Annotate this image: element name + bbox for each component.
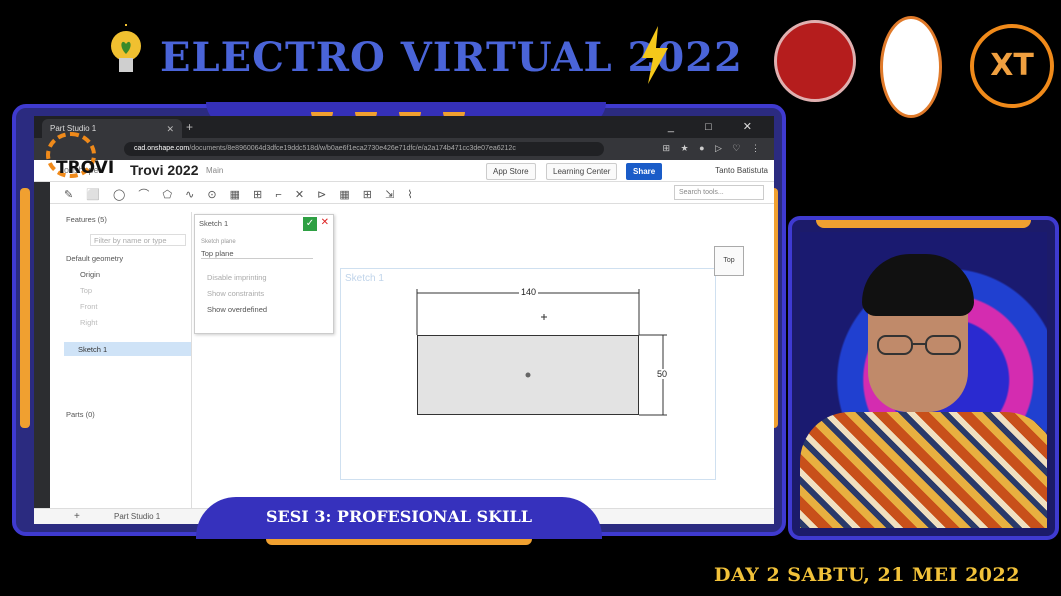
add-tab-icon[interactable]: + <box>74 511 80 522</box>
sketch-tools[interactable]: ✎ ⬜ ◯ ⌒ ⬠ ∿ ⊙ ▦ ⊞ ⌐ ✕ ⊳ ▦ ⊞ ⇲ ⌇ <box>64 186 418 202</box>
sketch-canvas[interactable]: Sketch 1 140 50 <box>340 268 716 480</box>
frame-left-accent <box>20 188 30 428</box>
default-geometry[interactable]: Default geometry <box>66 254 123 263</box>
day-date-label: DAY 2 SABTU, 21 MEI 2022 <box>714 564 1020 586</box>
shared-screen: Part Studio 1 ✕ + _ □ ✕ cad.onshape.com/… <box>34 116 774 524</box>
feature-list-panel: Features (5) Filter by name or type Defa… <box>62 212 192 522</box>
branch-label: Main <box>206 166 224 175</box>
width-dimension[interactable]: 140 <box>519 287 539 297</box>
address-bar-row: cad.onshape.com/documents/8e8960064d3dfc… <box>34 138 774 160</box>
speaker-hair <box>862 254 974 316</box>
lightbulb-icon <box>111 24 141 72</box>
learning-center-button[interactable]: Learning Center <box>546 163 618 180</box>
onshape-appbar: onshape Trovi 2022 Main App Store Learni… <box>34 160 774 182</box>
xt-logo: XT <box>970 24 1054 108</box>
sketch-plane-field[interactable]: Top plane <box>201 249 313 259</box>
feature-origin[interactable]: Origin <box>80 270 100 279</box>
glasses <box>877 335 961 355</box>
url-host: cad.onshape.com <box>134 145 190 152</box>
height-dimension[interactable]: 50 <box>655 369 670 379</box>
option-show-overdefined[interactable]: Show overdefined <box>207 305 267 314</box>
feature-right[interactable]: Right <box>80 318 98 327</box>
option-show-constraints[interactable]: Show constraints <box>207 289 264 298</box>
feature-top[interactable]: Top <box>80 286 92 295</box>
part-studio-tab[interactable]: Part Studio 1 <box>114 512 160 521</box>
feature-sketch1-selected[interactable]: Sketch 1 <box>64 342 191 356</box>
confirm-check-icon[interactable]: ✓ <box>303 217 317 231</box>
extension-icons[interactable]: ⊞ ★ ● ▷ ♡ ⋮ <box>662 143 764 154</box>
speaker-shirt <box>800 412 1047 528</box>
electro-logo <box>880 16 942 118</box>
document-title[interactable]: Trovi 2022 <box>130 162 199 178</box>
app-store-button[interactable]: App Store <box>486 163 536 180</box>
cancel-x-icon[interactable]: ✕ <box>321 217 329 228</box>
option-disable-imprinting[interactable]: Disable imprinting <box>207 273 267 282</box>
window-controls[interactable]: _ □ ✕ <box>668 120 766 133</box>
url-path: /documents/8e8960064d3dfce19ddc518d/w/b0… <box>189 145 516 152</box>
share-button[interactable]: Share <box>626 163 663 180</box>
left-rail <box>34 182 50 524</box>
trovi-logo: TROVI <box>56 158 115 178</box>
filter-input[interactable]: Filter by name or type <box>90 234 186 246</box>
university-logo <box>774 20 856 102</box>
new-tab-icon[interactable]: + <box>186 120 193 134</box>
url-field[interactable]: cad.onshape.com/documents/8e8960064d3dfc… <box>124 142 604 156</box>
feature-front[interactable]: Front <box>80 302 98 311</box>
webcam-video <box>800 232 1047 528</box>
user-name[interactable]: Tanto Batistuta <box>715 166 768 175</box>
search-tools-input[interactable]: Search tools... <box>674 185 764 200</box>
sketch-dialog-title: Sketch 1 <box>199 219 229 228</box>
browser-tabstrip: Part Studio 1 ✕ + _ □ ✕ <box>34 116 774 138</box>
sketch-plane-label: Sketch plane <box>201 239 236 245</box>
close-tab-icon[interactable]: ✕ <box>166 124 174 135</box>
parts-header[interactable]: Parts (0) <box>66 410 95 419</box>
lightning-icon <box>642 26 668 84</box>
view-cube[interactable]: Top <box>714 246 744 276</box>
sketch-toolbar: ✎ ⬜ ◯ ⌒ ⬠ ∿ ⊙ ▦ ⊞ ⌐ ✕ ⊳ ▦ ⊞ ⇲ ⌇ Search t… <box>34 182 774 204</box>
sketch-dialog: Sketch 1 ✓ ✕ Sketch plane Top plane Disa… <box>194 214 334 334</box>
features-header: Features (5) <box>66 215 107 224</box>
screen-frame: Part Studio 1 ✕ + _ □ ✕ cad.onshape.com/… <box>12 102 786 536</box>
webcam-accent <box>816 220 1031 228</box>
session-banner: SESI 3: PROFESIONAL SKILL <box>196 497 602 545</box>
webcam-frame <box>788 216 1059 540</box>
